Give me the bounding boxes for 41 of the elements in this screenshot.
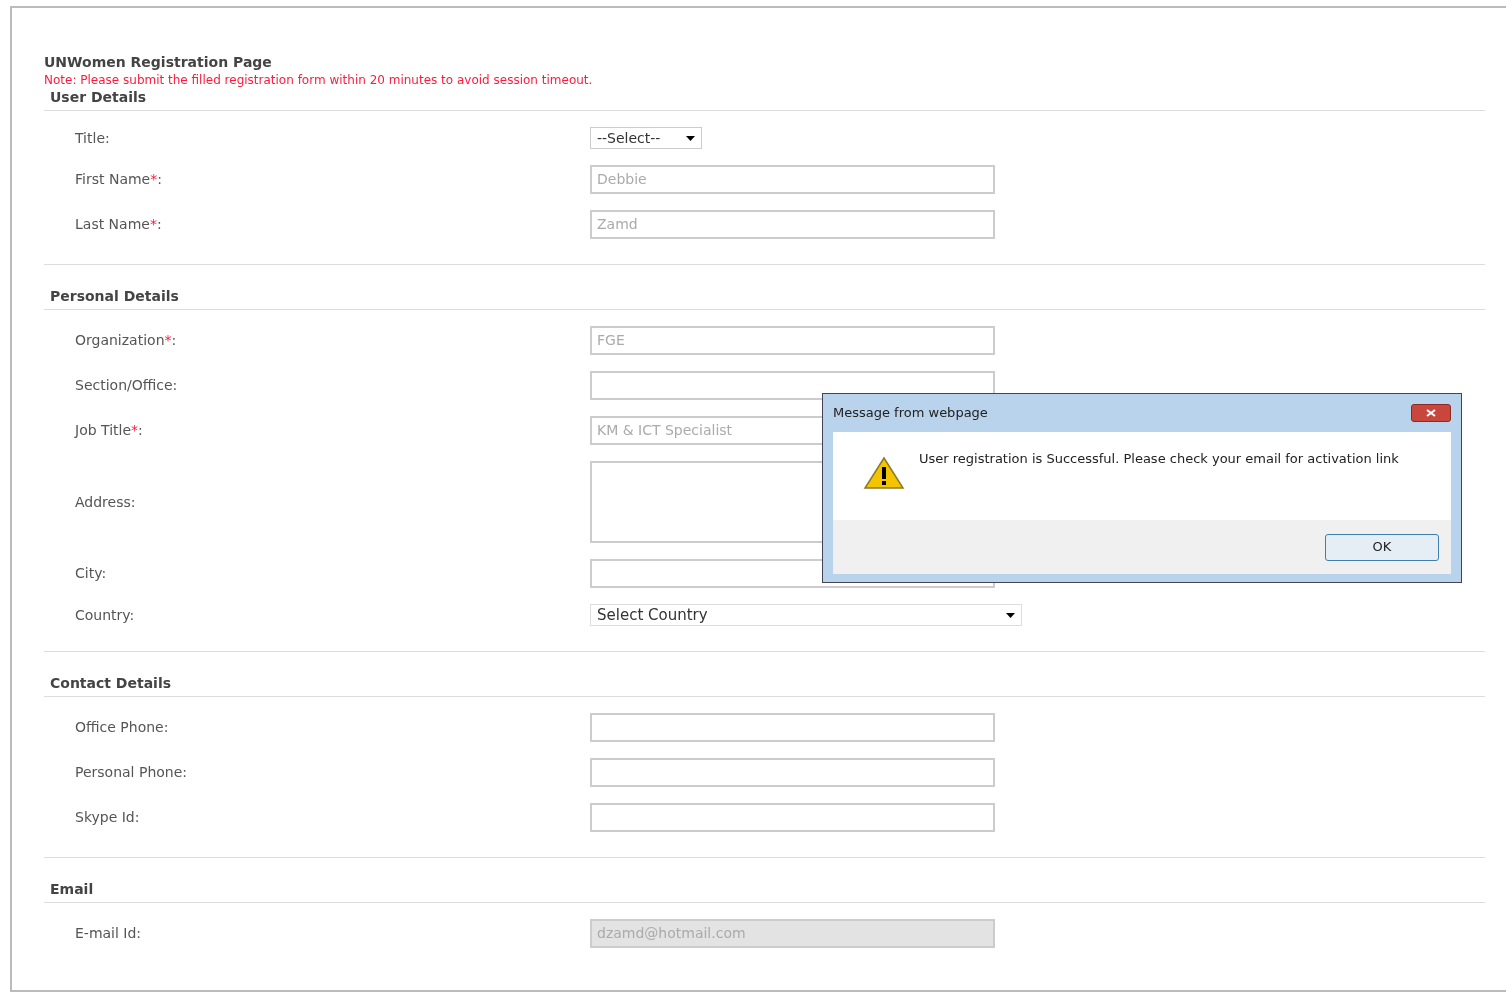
input-field[interactable]: FGE: [590, 326, 995, 355]
section-heading: User Details: [44, 88, 1485, 111]
field-label: Organization: [75, 331, 165, 350]
input-field[interactable]: Zamd: [590, 210, 995, 239]
field-label: Section/Office:: [75, 376, 178, 395]
field-label: First Name: [75, 170, 151, 189]
label-colon: :: [157, 170, 162, 189]
field-label: E-mail Id:: [75, 924, 142, 943]
ok-button[interactable]: OK: [1325, 533, 1439, 561]
required-mark: *: [149, 215, 157, 234]
field-label: Office Phone:: [75, 718, 169, 737]
field-label: Job Title: [75, 421, 132, 440]
field-label: Last Name: [75, 215, 150, 234]
required-mark: *: [164, 331, 172, 350]
title-dropdown[interactable]: --Select--: [590, 127, 702, 149]
close-icon: [1426, 409, 1436, 417]
timeout-note: Note: Please submit the filled registration form within 20 minutes to avoid session timeout.: [44, 72, 594, 88]
input-field[interactable]: Debbie: [590, 165, 995, 194]
label-colon: :: [156, 215, 162, 234]
section-heading: Personal Details: [44, 287, 1485, 310]
page-title: UNWomen Registration Page: [44, 53, 273, 72]
label-colon: :: [171, 331, 177, 350]
field-label: Skype Id:: [75, 808, 140, 827]
field-label: Country:: [75, 605, 135, 625]
country-dropdown[interactable]: Select Country: [590, 604, 1022, 626]
label-colon: :: [138, 421, 143, 440]
caret-icon: [1006, 612, 1015, 618]
field-label: City:: [75, 564, 107, 583]
field-label: Title:: [75, 128, 110, 148]
input-field[interactable]: [590, 713, 995, 742]
input-field[interactable]: [590, 758, 995, 787]
section-heading: Contact Details: [44, 674, 1485, 697]
close-button[interactable]: [1411, 404, 1451, 422]
field-label: Address:: [75, 492, 136, 512]
required-mark: *: [150, 170, 158, 189]
input-field[interactable]: [590, 803, 995, 832]
dialog-message: User registration is Successful. Please check your email for activation link: [919, 450, 1400, 467]
caret-icon: [686, 135, 695, 141]
warning-icon: [863, 456, 905, 490]
field-label: Personal Phone:: [75, 763, 188, 782]
section-heading: Email: [44, 880, 1485, 903]
